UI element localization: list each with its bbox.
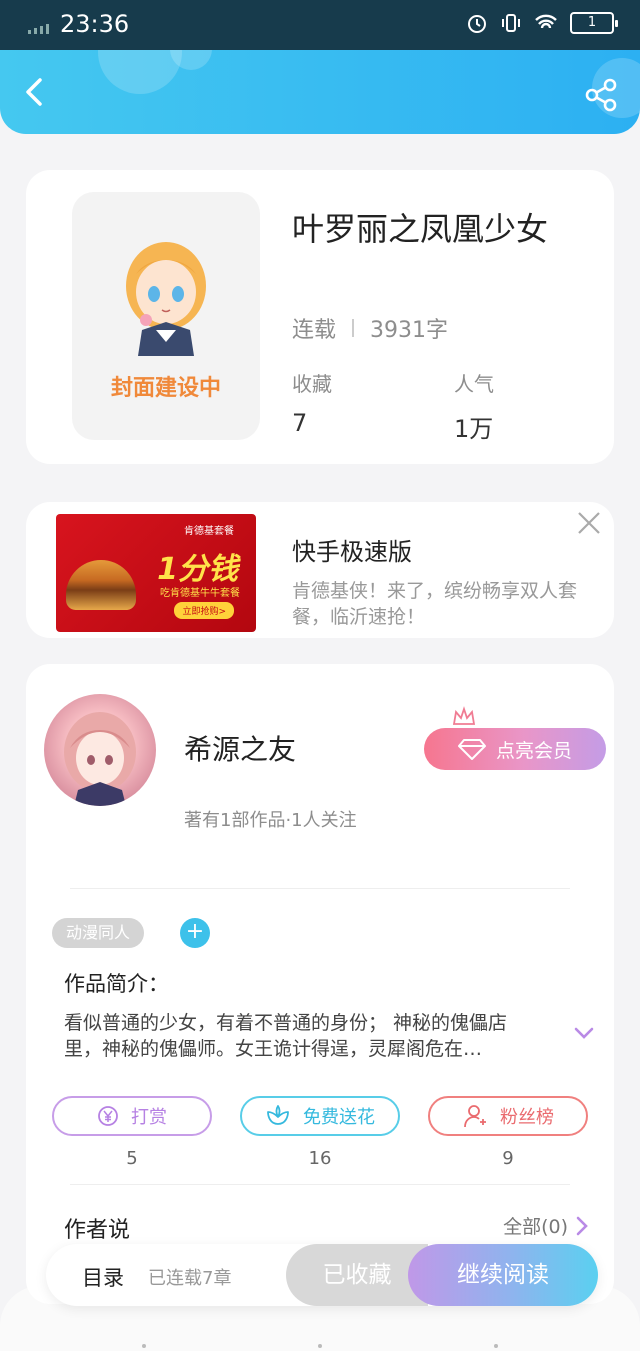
reward-button[interactable]: 打赏 (52, 1096, 212, 1136)
ad-card[interactable]: 肯德基套餐 1分钱 吃肯德基牛牛套餐 立即抢购> 快手极速版 肯德基侠！来了，缤… (26, 502, 614, 638)
ad-image[interactable]: 肯德基套餐 1分钱 吃肯德基牛牛套餐 立即抢购> (56, 514, 256, 632)
diamond-icon (457, 739, 486, 760)
vip-label: 点亮会员 (495, 739, 572, 762)
fans-count: 9 (502, 1148, 514, 1169)
nav-dot (494, 1344, 498, 1348)
word-count: 3931字 (370, 318, 449, 343)
book-title: 叶罗丽之凤凰少女 (292, 210, 549, 248)
ad-image-text-top: 肯德基套餐 (184, 526, 234, 537)
battery-level: 1 (587, 15, 597, 30)
divider (70, 1184, 570, 1185)
author-says-title: 作者说 (64, 1218, 131, 1243)
send-flower-button[interactable]: 免费送花 (240, 1096, 400, 1136)
chapter-count: 已连载7章 (148, 1268, 232, 1289)
header-bar (0, 50, 640, 134)
ad-image-text-mid: 吃肯德基牛牛套餐 (160, 588, 240, 599)
ad-description: 肯德基侠！来了，缤纷畅享双人套餐，临沂速抢！ (292, 580, 578, 628)
flower-count: 16 (308, 1148, 332, 1169)
share-button[interactable] (584, 78, 618, 112)
book-status: 连载 (292, 318, 337, 343)
ad-image-buy-button: 立即抢购> (174, 602, 234, 619)
vibrate-icon (502, 14, 520, 32)
intro-text: 看似普通的少女，有着不普通的身份； 神秘的傀儡店里，神秘的傀儡师。女王诡计得逞，… (64, 1012, 508, 1060)
close-icon[interactable] (576, 510, 602, 536)
fans-ranking-button[interactable]: 粉丝榜 (428, 1096, 588, 1136)
popularity-label: 人气 (454, 372, 494, 396)
collected-button[interactable]: 已收藏 (286, 1244, 428, 1306)
favorites-label: 收藏 (292, 372, 332, 396)
ad-title: 快手极速版 (292, 538, 412, 566)
vip-button[interactable]: 点亮会员 (424, 728, 606, 770)
meta-divider (352, 319, 355, 337)
status-bar: 23:36 1 (0, 0, 640, 50)
status-time: 23:36 (60, 10, 130, 38)
all-comments-link[interactable]: 全部(0) (503, 1212, 588, 1239)
continue-reading-button[interactable]: 继续阅读 (408, 1244, 598, 1306)
alarm-icon (468, 15, 486, 33)
add-tag-button[interactable]: + (180, 918, 210, 948)
send-flower-label: 免费送花 (303, 1107, 375, 1128)
user-icon (464, 1105, 486, 1128)
signal-icon (28, 24, 49, 34)
burger-illustration (66, 560, 136, 610)
intro-title: 作品简介： (64, 972, 169, 996)
bottom-action-bar: 目录 已连载7章 已收藏 继续阅读 (46, 1244, 598, 1306)
book-meta: 连载 3931字 (292, 312, 448, 344)
popularity-stat: 人气 1万 (454, 368, 494, 444)
avatar-illustration (64, 712, 136, 806)
wifi-icon (535, 14, 557, 29)
favorites-value: 7 (292, 409, 308, 437)
back-button[interactable] (20, 76, 52, 108)
ad-image-price: 1分钱 (157, 552, 238, 587)
flower-icon (267, 1105, 289, 1125)
author-name: 希源之友 (184, 733, 297, 766)
battery-icon: 1 (570, 12, 618, 34)
author-card: 希源之友 著有1部作品·1人关注 点亮会员 动漫同人 + 作品简介： 看似普通的… (26, 664, 614, 1304)
yen-coin-icon (98, 1106, 118, 1126)
toc-button[interactable]: 目录 (82, 1262, 124, 1292)
book-info-card: 封面建设中 叶罗丽之凤凰少女 连载 3931字 收藏 7 人气 1万 (26, 170, 614, 464)
divider (70, 888, 570, 889)
author-avatar[interactable] (44, 694, 156, 806)
popularity-value: 1万 (454, 415, 494, 443)
reward-label: 打赏 (131, 1107, 167, 1128)
chevron-down-icon[interactable] (574, 1026, 594, 1040)
chevron-right-icon (576, 1216, 588, 1235)
crown-icon (452, 706, 476, 725)
cover-placeholder-text: 封面建设中 (110, 376, 221, 401)
reward-count: 5 (126, 1148, 138, 1169)
author-meta: 著有1部作品·1人关注 (184, 810, 357, 831)
all-link-label: 全部(0) (503, 1216, 568, 1238)
category-tag[interactable]: 动漫同人 (52, 918, 145, 948)
book-cover[interactable]: 封面建设中 (72, 192, 260, 440)
favorites-stat: 收藏 7 (292, 368, 332, 437)
nav-dot (142, 1344, 146, 1348)
anime-girl-illustration (126, 242, 206, 356)
fans-ranking-label: 粉丝榜 (500, 1107, 554, 1128)
nav-dot (318, 1344, 322, 1348)
